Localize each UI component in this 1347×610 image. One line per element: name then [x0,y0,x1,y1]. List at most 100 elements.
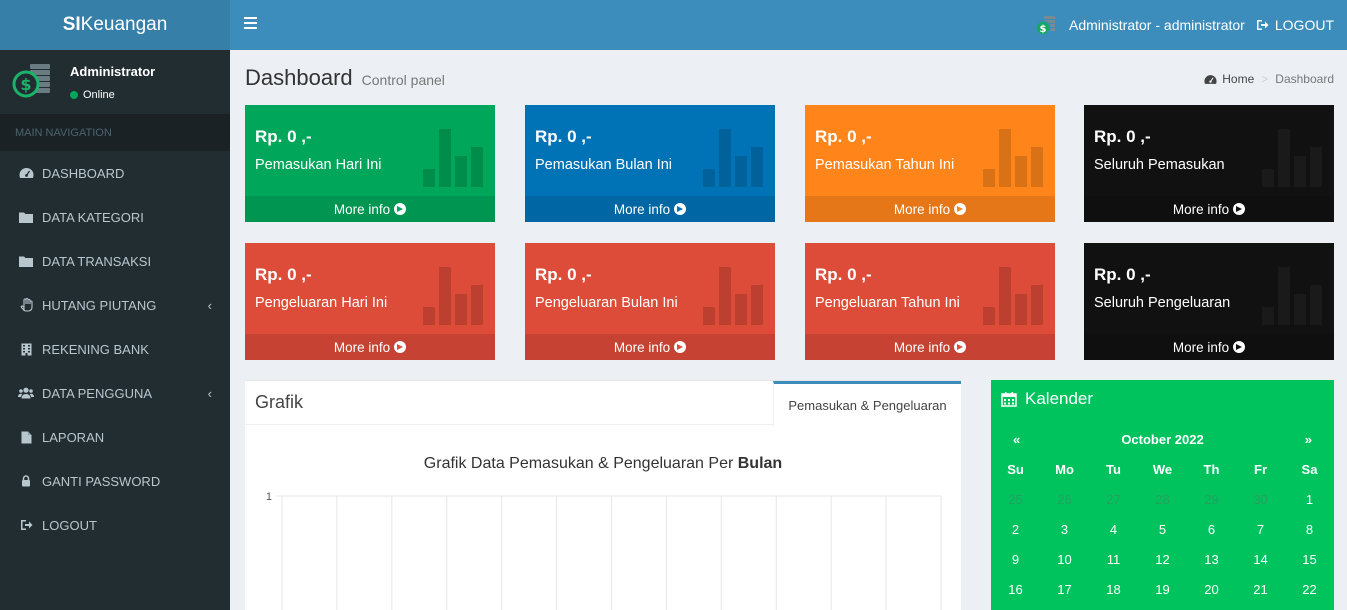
breadcrumb-home-link[interactable]: Home [1222,72,1254,86]
calendar-day[interactable]: 9 [991,552,1040,567]
arrow-circle-right-icon [1233,203,1246,215]
sidebar-toggle-icon[interactable] [244,15,258,35]
calendar-day[interactable]: 28 [1138,492,1187,507]
calendar-day[interactable]: 19 [1138,582,1187,597]
chevron-left-icon: ‹ [207,385,212,401]
more-info-link[interactable]: More info [1084,334,1334,360]
calendar-day[interactable]: 8 [1285,522,1334,537]
chart-title-prefix: Grafik Data Pemasukan & Pengeluaran Per [423,455,738,472]
chart-title-bold: Bulan [737,455,783,472]
calendar-day[interactable]: 26 [1040,492,1089,507]
calendar-day[interactable]: 10 [1040,552,1089,567]
folder-icon [18,254,34,268]
calendar-day[interactable]: 21 [1236,582,1285,597]
hand-icon [18,298,34,312]
calendar-day[interactable]: 17 [1040,582,1089,597]
more-info-label: More info [893,201,951,217]
chart-title: Grafik Data Pemasukan & Pengeluaran Per … [245,455,961,473]
more-info-link[interactable]: More info [805,196,1055,222]
sidebar-item-logout[interactable]: LOGOUT [0,503,230,547]
more-info-label: More info [613,201,671,217]
bar-chart-icon [703,129,763,187]
more-info-label: More info [613,339,671,355]
user-panel: $ Administrator Online [0,50,230,114]
bar-chart-icon [703,267,763,325]
folder-icon [18,210,34,224]
calendar-day[interactable]: 3 [1040,522,1089,537]
more-info-label: More info [893,339,951,355]
brand-logo[interactable]: SI Keuangan [0,0,230,50]
sidebar-item-hutang-piutang[interactable]: HUTANG PIUTANG ‹ [0,283,230,327]
calendar-day[interactable]: 14 [1236,552,1285,567]
calendar-day[interactable]: 1 [1285,492,1334,507]
calendar-day[interactable]: 13 [1187,552,1236,567]
calendar-day[interactable]: 27 [1089,492,1138,507]
sidebar-item-laporan[interactable]: LAPORAN [0,415,230,459]
sidebar-item-label: HUTANG PIUTANG [42,297,157,313]
calendar-dow: Fr [1254,461,1267,477]
calendar-day[interactable]: 22 [1285,582,1334,597]
more-info-link[interactable]: More info [525,334,775,360]
box-amount: Rp. 0 ,- [535,127,592,146]
svg-text:$: $ [1040,24,1047,35]
calendar-dow: Sa [1301,461,1318,477]
more-info-link[interactable]: More info [805,334,1055,360]
calendar-day[interactable]: 12 [1138,552,1187,567]
tab-pemasukan-pengeluaran[interactable]: Pemasukan & Pengeluaran [773,381,961,427]
bar-chart-icon [1262,129,1322,187]
dashboard-icon [18,166,34,180]
top-navbar: $ Administrator - administrator LOGOUT [230,0,1347,50]
sidebar-item-ganti-password[interactable]: GANTI PASSWORD [0,459,230,503]
calendar-day[interactable]: 15 [1285,552,1334,567]
bar-chart-icon [983,267,1043,325]
calendar-day[interactable]: 29 [1187,492,1236,507]
box-label: Seluruh Pengeluaran [1094,295,1231,311]
calendar-title: Kalender [1025,389,1094,408]
calendar-day[interactable]: 2 [991,522,1040,537]
sidebar-item-dashboard[interactable]: DASHBOARD [0,151,230,195]
svg-text:$: $ [20,75,31,94]
calendar-day[interactable]: 6 [1187,522,1236,537]
more-info-link[interactable]: More info [1084,196,1334,222]
more-info-link[interactable]: More info [245,196,495,222]
calendar-dow: Su [1007,461,1024,477]
sidebar-user-name: Administrator [70,64,156,79]
user-menu[interactable]: $ Administrator - administrator [1035,0,1245,50]
sidebar-item-data-kategori[interactable]: DATA KATEGORI [0,195,230,239]
calendar-next-button[interactable]: » [1305,432,1312,447]
box-label: Pengeluaran Bulan Ini [535,295,678,311]
sidebar-item-data-transaksi[interactable]: DATA TRANSAKSI [0,239,230,283]
sidebar-item-label: DATA PENGGUNA [42,385,153,401]
sign-out-icon [18,518,34,532]
dashboard-icon [1204,74,1217,84]
box-amount: Rp. 0 ,- [535,265,592,284]
calendar-day[interactable]: 5 [1138,522,1187,537]
more-info-link[interactable]: More info [525,196,775,222]
calendar-day[interactable]: 18 [1089,582,1138,597]
box-amount: Rp. 0 ,- [255,127,312,146]
calendar-week-row: 16 17 18 19 20 21 22 [991,574,1334,604]
more-info-link[interactable]: More info [245,334,495,360]
calendar-prev-button[interactable]: « [1013,432,1020,447]
sidebar-item-data-pengguna[interactable]: DATA PENGGUNA ‹ [0,371,230,415]
calendar-dow: Th [1203,461,1220,477]
nav-logout-label: LOGOUT [1274,17,1334,33]
nav-user-label: Administrator - administrator [1069,17,1245,33]
users-icon [18,386,34,400]
calendar-day[interactable]: 4 [1089,522,1138,537]
calendar-month[interactable]: October 2022 [991,432,1334,447]
summary-box: Rp. 0 ,- Pemasukan Hari Ini More info [245,105,495,222]
nav-logout-button[interactable]: LOGOUT [1256,0,1334,50]
calendar-header: Kalender [1001,389,1093,409]
sidebar-item-rekening-bank[interactable]: REKENING BANK [0,327,230,371]
calendar-icon [1001,392,1017,407]
calendar-day[interactable]: 30 [1236,492,1285,507]
arrow-circle-right-icon [394,203,407,215]
brand-bold: SI [62,14,81,35]
calendar-day[interactable]: 25 [991,492,1040,507]
calendar-day[interactable]: 20 [1187,582,1236,597]
summary-box: Rp. 0 ,- Pengeluaran Tahun Ini More info [805,243,1055,360]
calendar-day[interactable]: 16 [991,582,1040,597]
calendar-day[interactable]: 11 [1089,552,1138,567]
calendar-day[interactable]: 7 [1236,522,1285,537]
